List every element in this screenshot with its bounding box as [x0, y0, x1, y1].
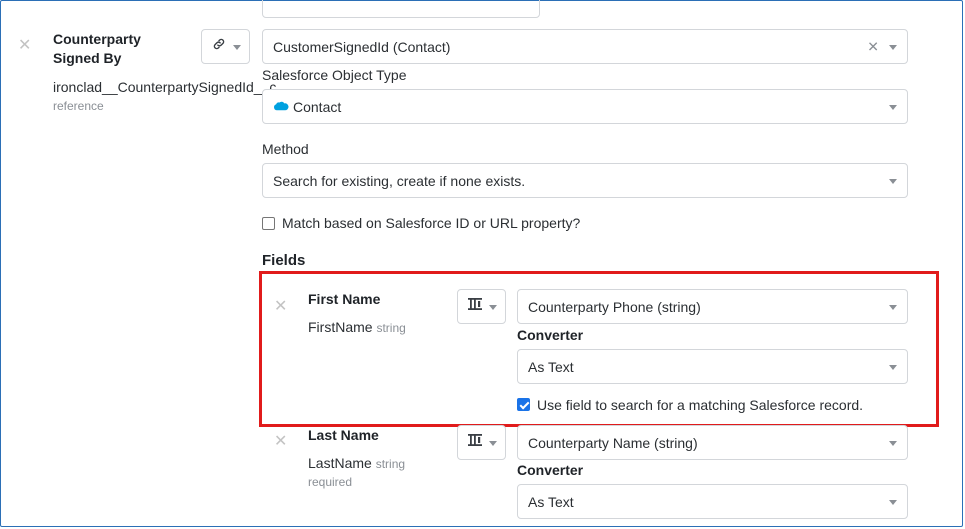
chevron-down-icon [889, 499, 897, 505]
field-last-name-required: required [308, 475, 353, 489]
counterparty-api-name: ironclad__CounterpartySignedId__c [53, 79, 277, 95]
method-value: Search for existing, create if none exis… [273, 172, 526, 189]
chevron-down-icon [233, 44, 241, 50]
counterparty-source-select[interactable]: CustomerSignedId (Contact) ✕ [262, 29, 908, 64]
field-last-name-type: string [375, 457, 406, 471]
match-checkbox[interactable] [262, 217, 275, 230]
link-mode-button[interactable] [201, 29, 250, 64]
match-checkbox-label: Match based on Salesforce ID or URL prop… [282, 215, 581, 231]
field-last-name-api-name: LastName [308, 455, 372, 471]
salesforce-cloud-icon [273, 101, 289, 112]
clear-icon[interactable]: ✕ [867, 38, 879, 55]
field-last-name-converter-value: As Text [528, 493, 574, 510]
remove-field-last-name-icon[interactable]: ✕ [274, 434, 287, 450]
object-type-select[interactable]: Contact [262, 89, 908, 124]
counterparty-type: reference [53, 99, 104, 113]
chevron-down-icon [889, 104, 897, 110]
field-last-name-converter-label: Converter [517, 462, 584, 478]
object-type-value: Contact [293, 98, 342, 115]
counterparty-title: Counterparty Signed By [53, 31, 141, 66]
chevron-down-icon [889, 44, 897, 50]
chevron-down-icon [889, 178, 897, 184]
method-select[interactable]: Search for existing, create if none exis… [262, 163, 908, 198]
chevron-down-icon [889, 440, 897, 446]
field-last-name-source-select[interactable]: Counterparty Name (string) [517, 425, 908, 460]
counterparty-source-value: CustomerSignedId (Contact) [273, 38, 451, 55]
object-type-label: Salesforce Object Type [262, 67, 407, 83]
link-icon [212, 37, 226, 56]
field-mapping-icon [468, 433, 482, 452]
highlight-box [259, 271, 939, 427]
remove-counterparty-icon[interactable]: ✕ [18, 38, 31, 54]
field-last-name-source-value: Counterparty Name (string) [528, 434, 698, 451]
method-label: Method [262, 141, 309, 157]
field-last-name-mapping-button[interactable] [457, 425, 506, 460]
field-last-name-title: Last Name [308, 427, 379, 443]
field-last-name-converter-select[interactable]: As Text [517, 484, 908, 519]
field-last-name-api: LastName string [308, 455, 405, 471]
fields-heading: Fields [262, 252, 306, 269]
partial-input-top [262, 0, 540, 18]
chevron-down-icon [489, 440, 497, 446]
